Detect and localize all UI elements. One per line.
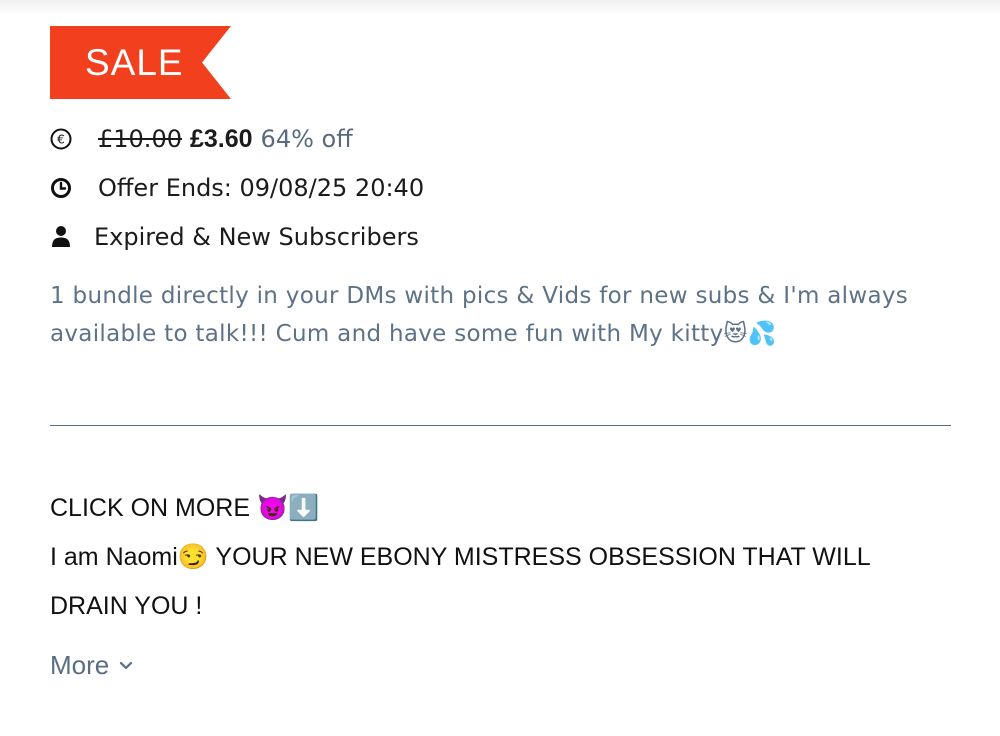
audience-text: Expired & New Subscribers — [94, 223, 419, 251]
bio-line-2: I am Naomi😏 YOUR NEW EBONY MISTRESS OBSE… — [50, 543, 871, 571]
user-icon — [50, 226, 72, 248]
more-button[interactable]: More — [50, 650, 133, 681]
discount-label: 64% off — [260, 125, 353, 153]
offer-ends-row: Offer Ends: 09/08/25 20:40 — [50, 170, 424, 206]
top-shade — [0, 0, 1000, 14]
offer-ends-text: Offer Ends: 09/08/25 20:40 — [98, 174, 425, 202]
svg-text:€: € — [57, 133, 65, 147]
price-row: € £10.00 £3.60 64% off — [50, 121, 353, 157]
sale-badge: SALE — [50, 26, 231, 99]
new-price: £3.60 — [189, 124, 253, 153]
currency-icon: € — [50, 128, 72, 150]
more-label: More — [50, 650, 110, 680]
bio-line-1: CLICK ON MORE 😈⬇️ — [50, 494, 320, 522]
divider — [50, 425, 951, 426]
chevron-down-icon — [119, 661, 133, 671]
old-price: £10.00 — [98, 125, 182, 153]
bio-line-3: DRAIN YOU ! — [50, 592, 203, 620]
clock-icon — [50, 177, 72, 199]
audience-row: Expired & New Subscribers — [50, 219, 419, 255]
bundle-description: 1 bundle directly in your DMs with pics … — [50, 283, 909, 347]
